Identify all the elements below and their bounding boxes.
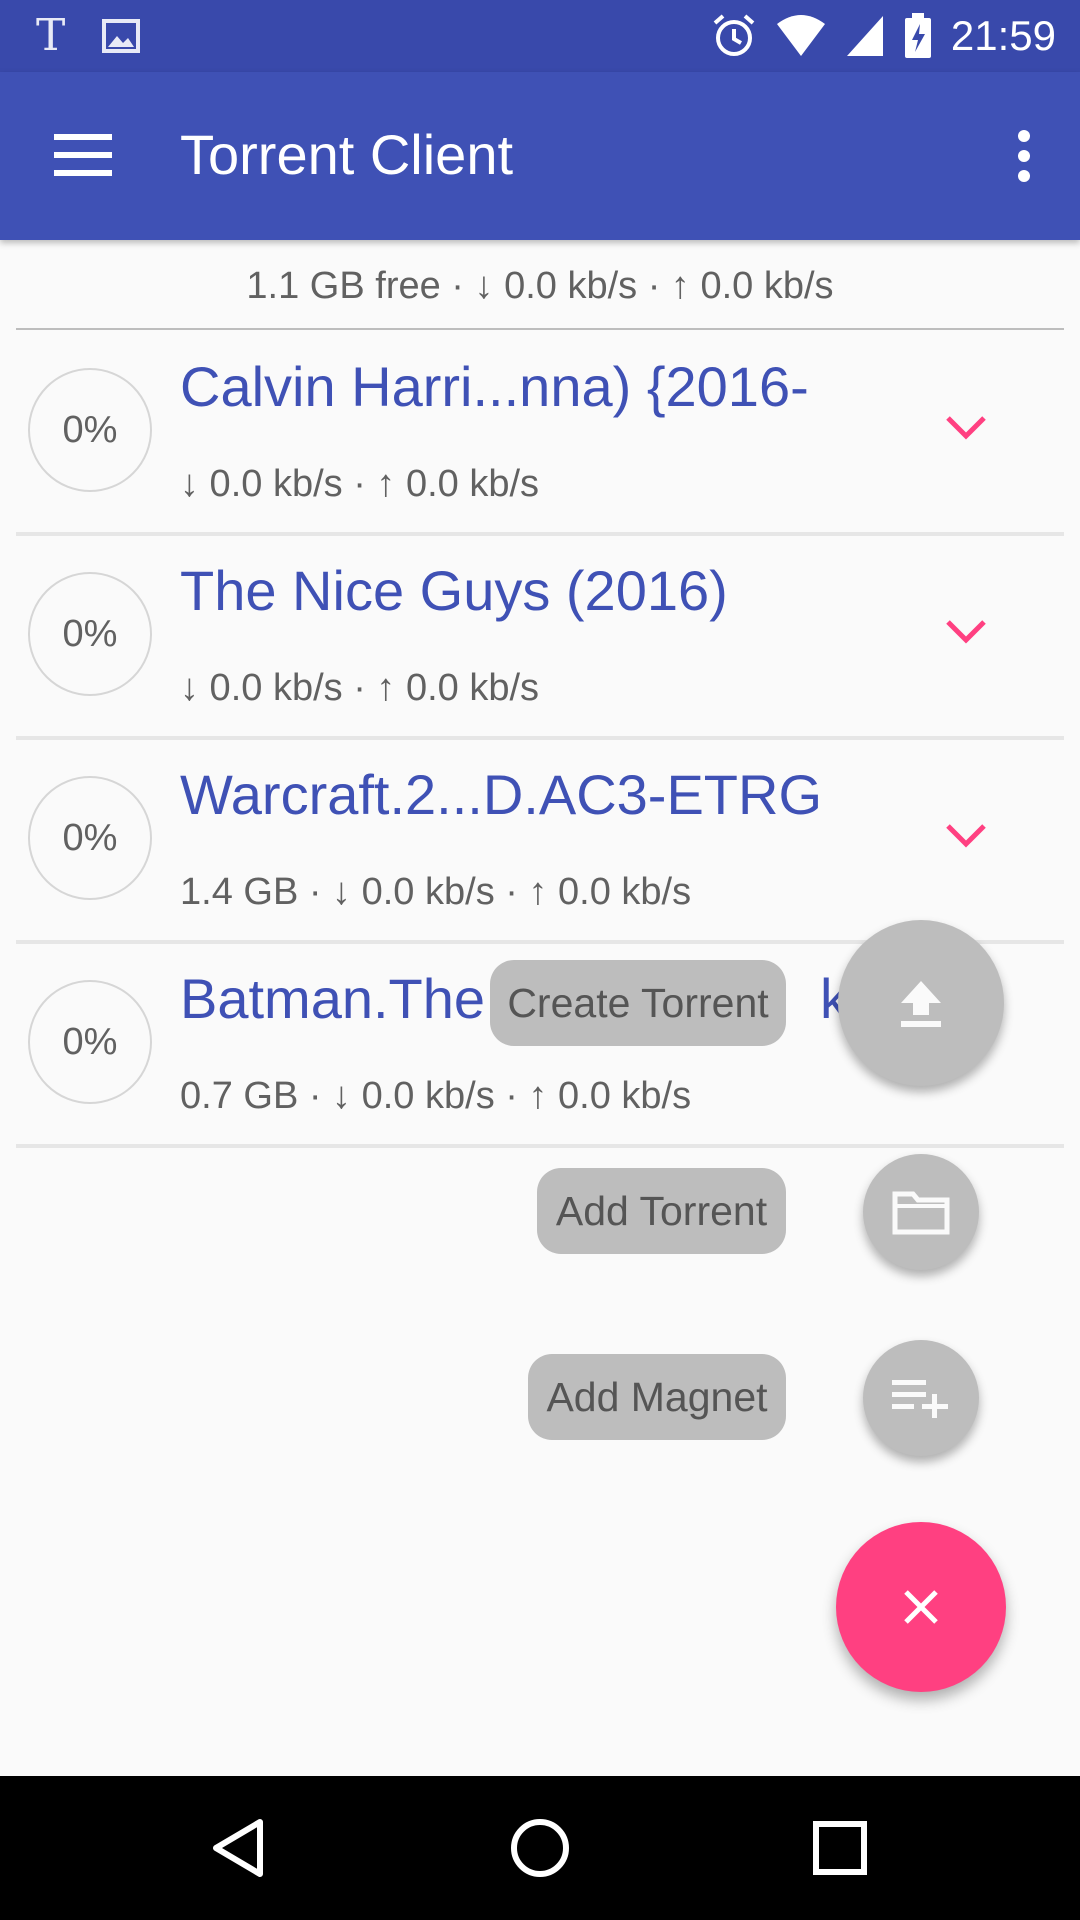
torrent-stats: 1.4 GB · ↓ 0.0 kb/s · ↑ 0.0 kb/s [180, 871, 692, 913]
status-bar: T 21:59 [0, 0, 1080, 72]
torrent-row[interactable]: 0% Warcraft.2...D.AC3-ETRG 1.4 GB · ↓ 0.… [0, 740, 1080, 944]
torrent-row[interactable]: 0% Calvin Harri...nna) {2016- ↓ 0.0 kb/s… [0, 332, 1080, 536]
torrent-stats: ↓ 0.0 kb/s · ↑ 0.0 kb/s [180, 667, 540, 709]
home-icon[interactable] [508, 1816, 572, 1880]
progress-circle: 0% [28, 980, 152, 1104]
close-icon [904, 1590, 938, 1624]
torrent-stats: 0.7 GB · ↓ 0.0 kb/s · ↑ 0.0 kb/s [180, 1075, 692, 1117]
chevron-down-icon[interactable] [944, 820, 988, 850]
close-fab-button[interactable] [836, 1522, 1006, 1692]
hamburger-menu-icon[interactable] [54, 134, 112, 176]
torrent-row[interactable]: 0% The Nice Guys (2016) ↓ 0.0 kb/s · ↑ 0… [0, 536, 1080, 740]
torrent-title: Warcraft.2...D.AC3-ETRG [180, 763, 823, 826]
navigation-bar [0, 1776, 1080, 1920]
more-vert-icon[interactable] [1014, 130, 1034, 182]
add-magnet-button[interactable] [863, 1340, 979, 1456]
cell-signal-icon [846, 16, 883, 56]
torrent-title: The Nice Guys (2016) [180, 559, 728, 622]
alarm-icon [713, 14, 755, 56]
recents-icon[interactable] [808, 1816, 872, 1880]
wifi-icon [776, 15, 825, 56]
progress-circle: 0% [28, 368, 152, 492]
app-bar: Torrent Client [0, 72, 1080, 240]
back-icon[interactable] [208, 1816, 272, 1880]
create-torrent-button[interactable] [838, 920, 1004, 1086]
upload-icon [901, 981, 941, 1027]
status-bar-notifications: T [36, 10, 141, 62]
progress-circle: 0% [28, 776, 152, 900]
progress-circle: 0% [28, 572, 152, 696]
torrent-title: Batman.The [180, 967, 486, 1030]
divider [16, 1144, 1064, 1148]
status-bar-system: 21:59 [711, 8, 1056, 64]
torrent-title: Calvin Harri...nna) {2016- [180, 355, 809, 418]
image-notification-icon [102, 19, 141, 53]
battery-charging-icon [904, 13, 931, 58]
playlist-add-icon [892, 1380, 948, 1418]
text-notification-icon: T [36, 10, 66, 61]
storage-speed-summary: 1.1 GB free · ↓ 0.0 kb/s · ↑ 0.0 kb/s [16, 240, 1064, 330]
create-torrent-label[interactable]: Create Torrent [490, 960, 786, 1046]
add-torrent-button[interactable] [863, 1154, 979, 1270]
chevron-down-icon[interactable] [944, 616, 988, 646]
status-bar-time: 21:59 [950, 12, 1056, 59]
add-magnet-label[interactable]: Add Magnet [528, 1354, 786, 1440]
app-title: Torrent Client [180, 123, 514, 186]
add-torrent-label[interactable]: Add Torrent [537, 1168, 786, 1254]
folder-icon [892, 1191, 950, 1235]
torrent-stats: ↓ 0.0 kb/s · ↑ 0.0 kb/s [180, 463, 540, 505]
chevron-down-icon[interactable] [944, 412, 988, 442]
